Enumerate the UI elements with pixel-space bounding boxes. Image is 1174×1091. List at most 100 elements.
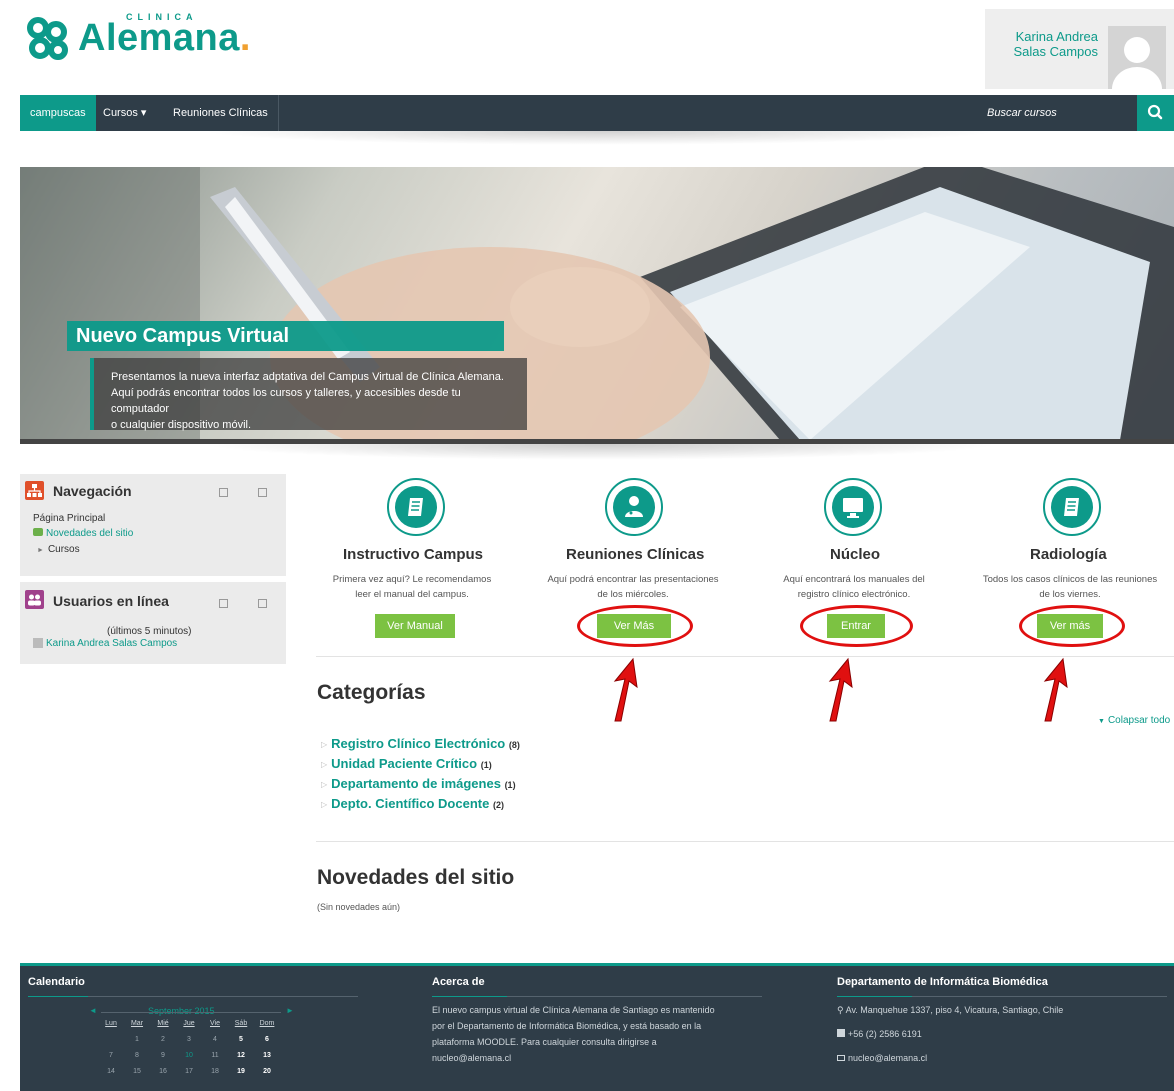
calendar-day[interactable]: 2 [152, 1036, 174, 1043]
monitor-icon [832, 486, 874, 528]
search-icon [1147, 104, 1163, 120]
manual-feature-icon[interactable] [387, 478, 445, 536]
user-name[interactable]: Karina Andrea Salas Campos [1013, 29, 1098, 59]
book-icon [395, 486, 437, 528]
calendar-day[interactable]: 5 [230, 1036, 252, 1043]
nav-home-item[interactable]: Página Principal [33, 513, 105, 524]
nav-courses-item[interactable]: ► Cursos [37, 544, 80, 555]
divider [316, 656, 1174, 657]
calendar-day[interactable]: 9 [152, 1052, 174, 1059]
calendar-day[interactable]: 8 [126, 1052, 148, 1059]
calendar-day[interactable]: 14 [100, 1068, 122, 1075]
user-icon [33, 638, 43, 649]
page-header: CLINICA Alemana. Karina Andrea Salas Cam… [0, 0, 1174, 95]
calendar-weekday: Mar [130, 1020, 144, 1027]
calendar-weekday: Dom [259, 1020, 275, 1027]
highlight-ring [577, 605, 693, 647]
calendar-day[interactable]: 12 [230, 1052, 252, 1059]
search-button[interactable] [1137, 95, 1174, 131]
calendar-day[interactable]: 20 [256, 1068, 278, 1075]
red-arrow-icon [828, 657, 853, 722]
users-icon [25, 590, 44, 609]
calendar-heading: Calendario [28, 976, 85, 988]
red-arrow-icon [1043, 657, 1068, 722]
calendar-day[interactable]: 4 [204, 1036, 226, 1043]
navigation-block-title: Navegación [53, 483, 132, 499]
highlight-ring [1019, 605, 1125, 647]
calendar-day[interactable]: 18 [204, 1068, 226, 1075]
collapse-all-link[interactable]: ▼ Colapsar todo [1098, 715, 1170, 726]
categories-heading: Categorías [317, 681, 426, 704]
calendar-weekday: Jue [183, 1020, 195, 1027]
department-heading: Departamento de Informática Biomédica [837, 976, 1048, 988]
nav-home-link[interactable]: campuscas [20, 95, 96, 131]
department-email[interactable]: nucleo@alemana.cl [837, 1050, 927, 1066]
logo-subtitle: CLINICA [126, 12, 198, 22]
divider [316, 841, 1174, 842]
radiology-feature-icon[interactable] [1043, 478, 1101, 536]
news-heading: Novedades del sitio [317, 866, 515, 889]
category-item[interactable]: ▷ Unidad Paciente Crítico (1) [321, 756, 492, 771]
ver-manual-button[interactable]: Ver Manual [375, 614, 455, 638]
department-address: ⚲ Av. Manquehue 1337, piso 4, Vicatura, … [837, 1005, 1064, 1015]
about-text: El nuevo campus virtual de Clínica Alema… [432, 1005, 715, 1063]
nav-meetings-link[interactable]: Reuniones Clínicas [163, 95, 278, 131]
search-input[interactable]: Buscar cursos [987, 95, 1137, 131]
online-users-subtitle: (últimos 5 minutos) [107, 626, 192, 637]
envelope-icon [837, 1055, 845, 1061]
feature-description: Aquí encontrará los manuales del registro… [783, 574, 925, 600]
category-item[interactable]: ▷ Registro Clínico Electrónico (8) [321, 736, 520, 751]
nav-divider [278, 95, 279, 131]
user-menu[interactable]: Karina Andrea Salas Campos [985, 9, 1174, 89]
calendar-day[interactable]: 3 [178, 1036, 200, 1043]
calendar-day[interactable]: 15 [126, 1068, 148, 1075]
about-heading: Acerca de [432, 976, 485, 988]
dock-block-button[interactable] [219, 599, 228, 608]
calendar-day[interactable]: 17 [178, 1068, 200, 1075]
sitemap-icon [25, 481, 44, 500]
feature-description: Aquí podrá encontrar las presentaciones d… [547, 574, 719, 600]
footer-divider-accent [432, 996, 507, 997]
hero-title: Nuevo Campus Virtual [67, 321, 504, 351]
feature-description: Todos los casos clínicos de las reunione… [982, 574, 1158, 600]
calendar-next-button[interactable]: ► [286, 1006, 294, 1015]
calendar-weekday: Sáb [234, 1020, 248, 1027]
map-marker-icon: ⚲ [837, 1005, 846, 1015]
footer-divider-accent [28, 996, 88, 997]
hero-shadow [200, 444, 1000, 460]
online-users-block: Usuarios en línea (últimos 5 minutos) Ka… [20, 582, 286, 664]
calendar-weekday: Lun [105, 1020, 117, 1027]
calendar-prev-button[interactable]: ◄ [89, 1006, 97, 1015]
calendar-day[interactable]: 10 [178, 1052, 200, 1059]
hero-caption: Presentamos la nueva interfaz adptativa … [90, 358, 527, 431]
nucleo-feature-icon[interactable] [824, 478, 882, 536]
forum-icon [33, 528, 43, 536]
navbar-shadow [200, 131, 1000, 145]
collapse-block-button[interactable] [258, 488, 267, 497]
feature-title: Núcleo [830, 546, 881, 563]
dock-block-button[interactable] [219, 488, 228, 497]
meetings-feature-icon[interactable] [605, 478, 663, 536]
feature-description: Primera vez aquí? Le recomendamos leer el… [332, 574, 492, 600]
calendar-day[interactable]: 7 [100, 1052, 122, 1059]
calendar-day[interactable]: 6 [256, 1036, 278, 1043]
department-phone: +56 (2) 2586 6191 [837, 1026, 922, 1042]
expand-arrow-icon: ▷ [321, 780, 328, 790]
calendar-day[interactable]: 1 [126, 1036, 148, 1043]
footer-divider-accent [837, 996, 912, 997]
nav-news-item[interactable]: Novedades del sitio [33, 528, 133, 539]
online-user-item[interactable]: Karina Andrea Salas Campos [33, 638, 177, 649]
calendar-day[interactable]: 11 [204, 1052, 226, 1059]
nav-courses-menu[interactable]: Cursos ▾ [93, 95, 156, 131]
book-icon [1051, 486, 1093, 528]
caret-down-icon: ▼ [1098, 718, 1105, 725]
collapse-block-button[interactable] [258, 599, 267, 608]
highlight-ring [800, 605, 913, 647]
category-item[interactable]: ▷ Depto. Científico Docente (2) [321, 796, 504, 811]
avatar[interactable] [1108, 26, 1166, 89]
calendar-day[interactable]: 13 [256, 1052, 278, 1059]
calendar-day[interactable]: 16 [152, 1068, 174, 1075]
category-item[interactable]: ▷ Departamento de imágenes (1) [321, 776, 516, 791]
clinica-alemana-logo[interactable]: CLINICA Alemana. [24, 12, 251, 62]
calendar-day[interactable]: 19 [230, 1068, 252, 1075]
